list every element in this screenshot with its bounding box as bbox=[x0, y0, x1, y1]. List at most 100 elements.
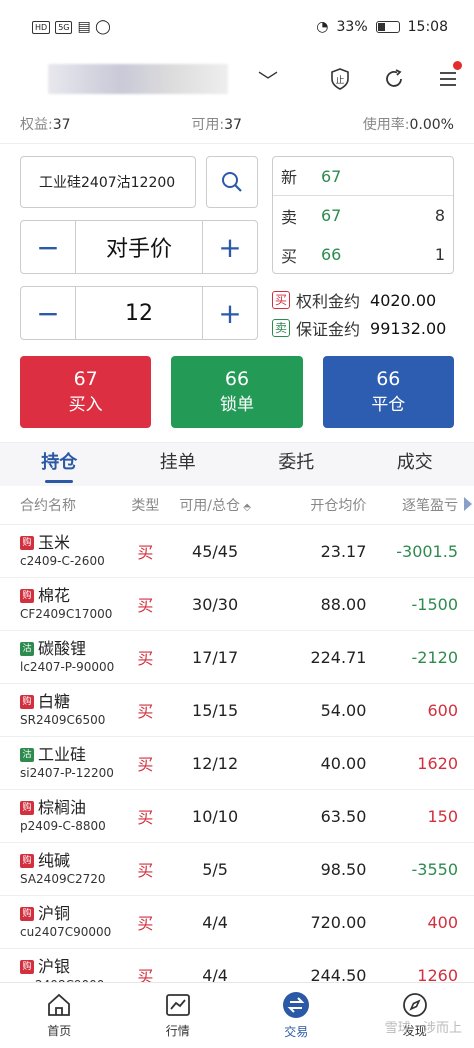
sort-icon: ⬘ bbox=[240, 502, 251, 513]
watermark: 雪球 · 涉而上 bbox=[384, 1021, 462, 1036]
pnl-value: 150 bbox=[427, 806, 458, 826]
open-price: 720.00 bbox=[310, 912, 367, 932]
table-row[interactable]: 购纯碱 SA2409C2720 买 5/5 98.50 -3550 bbox=[0, 842, 474, 895]
option-type-tag: 购 bbox=[20, 589, 34, 603]
contract-cell: 购玉米 c2409-C-2600 bbox=[20, 533, 124, 569]
pnl-value: 400 bbox=[427, 912, 458, 932]
price-mode-stepper: − 对手价 + bbox=[20, 220, 258, 274]
contract-cell: 购棉花 CF2409C17000 bbox=[20, 586, 124, 622]
contract-cell: 沽碳酸锂 lc2407-P-90000 bbox=[20, 639, 124, 675]
contract-code: SA2409C2720 bbox=[20, 872, 106, 886]
pnl-value: -2120 bbox=[411, 647, 459, 667]
position-type: 买 bbox=[137, 755, 154, 774]
header-open-price: 开仓均价 bbox=[310, 498, 367, 514]
open-price: 40.00 bbox=[320, 753, 367, 773]
nav-trade[interactable]: 交易 bbox=[237, 983, 356, 1048]
tab-pending[interactable]: 挂单 bbox=[119, 443, 238, 487]
available-value: 37 bbox=[224, 116, 242, 133]
contract-name: 白糖 bbox=[38, 692, 71, 711]
contract-cell: 沽工业硅 si2407-P-12200 bbox=[20, 745, 124, 781]
table-row[interactable]: 购棕榈油 p2409-C-8800 买 10/10 63.50 150 bbox=[0, 789, 474, 842]
table-row[interactable]: 沽碳酸锂 lc2407-P-90000 买 17/17 224.71 -2120 bbox=[0, 630, 474, 683]
menu-icon[interactable] bbox=[436, 67, 460, 91]
option-type-tag: 购 bbox=[20, 854, 34, 868]
table-row[interactable]: 购沪铜 cu2407C90000 买 4/4 720.00 400 bbox=[0, 895, 474, 948]
message-icon: ▤ ◯ bbox=[77, 19, 111, 35]
quote-last-price[interactable]: 67 bbox=[321, 167, 401, 186]
nav-home[interactable]: 首页 bbox=[0, 983, 119, 1048]
quote-ask-price[interactable]: 67 bbox=[321, 206, 401, 225]
pnl-value: 1620 bbox=[417, 753, 458, 773]
quantity-plus-button[interactable]: + bbox=[203, 287, 257, 339]
option-type-tag: 购 bbox=[20, 801, 34, 815]
contract-cell: 购纯碱 SA2409C2720 bbox=[20, 851, 124, 887]
lock-button[interactable]: 66 锁单 bbox=[171, 356, 303, 428]
symbol-input[interactable]: 工业硅2407沽12200 bbox=[20, 156, 196, 208]
quantity-input[interactable]: 12 bbox=[75, 287, 203, 339]
svg-text:止: 止 bbox=[335, 74, 344, 86]
open-price: 23.17 bbox=[320, 541, 367, 561]
quote-ask-row: 卖 67 8 bbox=[273, 196, 453, 235]
nav-market[interactable]: 行情 bbox=[119, 983, 238, 1048]
contract-name: 碳酸锂 bbox=[38, 639, 87, 658]
price-mode-value[interactable]: 对手价 bbox=[75, 221, 203, 273]
quantity-stepper: − 12 + bbox=[20, 286, 258, 340]
available-total: 4/4 bbox=[202, 912, 228, 932]
price-plus-button[interactable]: + bbox=[203, 221, 257, 273]
tab-trades[interactable]: 成交 bbox=[356, 443, 474, 487]
refresh-icon[interactable] bbox=[382, 67, 406, 91]
equity-label: 权益: bbox=[20, 116, 53, 133]
nav-discover[interactable]: 发现 bbox=[356, 983, 474, 1048]
notification-dot bbox=[453, 61, 462, 70]
table-row[interactable]: 购棉花 CF2409C17000 买 30/30 88.00 -1500 bbox=[0, 577, 474, 630]
quote-bid-row: 买 66 1 bbox=[273, 235, 453, 274]
quote-bid-qty: 1 bbox=[434, 245, 445, 264]
search-icon bbox=[222, 172, 242, 192]
table-row[interactable]: 购玉米 c2409-C-2600 买 45/45 23.17 -3001.5 bbox=[0, 524, 474, 577]
contract-name: 沪银 bbox=[38, 957, 71, 976]
buy-button[interactable]: 67 买入 bbox=[20, 356, 152, 428]
tab-orders[interactable]: 委托 bbox=[237, 443, 356, 487]
available-total: 15/15 bbox=[192, 700, 239, 720]
quantity-minus-button[interactable]: − bbox=[21, 287, 75, 339]
account-selector[interactable] bbox=[48, 64, 228, 94]
available-total: 30/30 bbox=[192, 594, 239, 614]
contract-name: 棕榈油 bbox=[38, 798, 87, 817]
chevron-down-icon[interactable]: ﹀ bbox=[258, 65, 278, 94]
usage-label: 使用率: bbox=[362, 116, 410, 133]
quote-bid-price[interactable]: 66 bbox=[321, 245, 401, 264]
scroll-right-icon[interactable] bbox=[464, 497, 472, 511]
option-type-tag: 购 bbox=[20, 695, 34, 709]
position-type: 买 bbox=[137, 596, 154, 615]
contract-cell: 购沪铜 cu2407C90000 bbox=[20, 904, 124, 940]
tab-positions[interactable]: 持仓 bbox=[0, 443, 119, 487]
contract-value: 买 权利金约 4020.00 卖 保证金约 99132.00 bbox=[272, 286, 454, 342]
option-type-tag: 购 bbox=[20, 907, 34, 921]
contract-name: 棉花 bbox=[38, 586, 71, 605]
margin-tag: 卖 bbox=[272, 319, 290, 337]
compass-icon bbox=[402, 993, 427, 1017]
pnl-value: -3001.5 bbox=[396, 541, 458, 561]
contract-name: 沪铜 bbox=[38, 904, 71, 923]
available-total: 45/45 bbox=[192, 541, 239, 561]
option-type-tag: 沽 bbox=[20, 748, 34, 762]
header-available[interactable]: 可用/总仓 ⬘ bbox=[167, 495, 263, 515]
contract-code: CF2409C17000 bbox=[20, 607, 113, 621]
pnl-value: -1500 bbox=[411, 594, 459, 614]
contract-name: 玉米 bbox=[38, 533, 71, 552]
available-total: 10/10 bbox=[192, 806, 239, 826]
table-row[interactable]: 购白糖 SR2409C6500 买 15/15 54.00 600 bbox=[0, 683, 474, 736]
clock: 15:08 bbox=[407, 19, 448, 35]
price-minus-button[interactable]: − bbox=[21, 221, 75, 273]
position-type: 买 bbox=[137, 543, 154, 562]
search-button[interactable] bbox=[206, 156, 258, 208]
table-row[interactable]: 沽工业硅 si2407-P-12200 买 12/12 40.00 1620 bbox=[0, 736, 474, 789]
margin-value: 99132.00 bbox=[370, 318, 447, 338]
margin-label: 保证金约 bbox=[296, 320, 361, 339]
account-summary: 权益:37 可用:37 使用率:0.00% bbox=[0, 104, 474, 144]
quote-ask-qty: 8 bbox=[434, 206, 445, 225]
premium-tag: 买 bbox=[272, 291, 290, 309]
open-price: 224.71 bbox=[310, 647, 367, 667]
stop-shield-icon[interactable]: 止 bbox=[328, 67, 352, 91]
close-position-button[interactable]: 66 平仓 bbox=[322, 356, 454, 428]
